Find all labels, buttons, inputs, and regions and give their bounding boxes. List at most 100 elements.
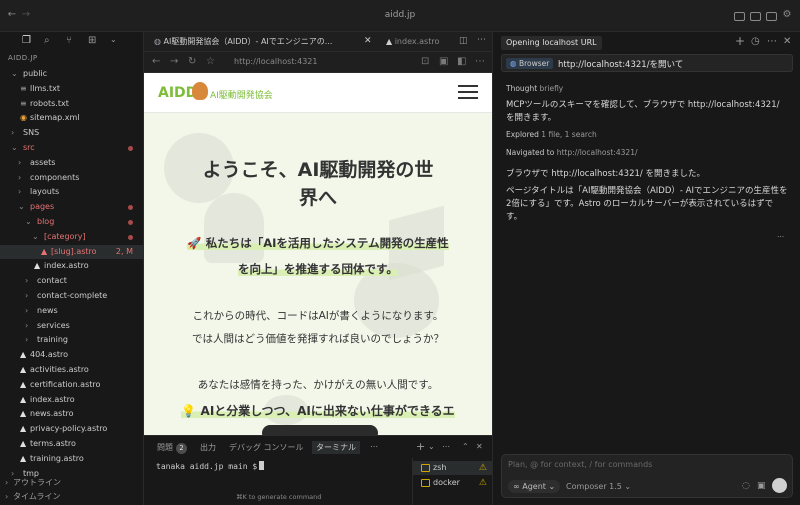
agent-mode-selector[interactable]: ∞ Agent ⌄ <box>508 480 561 493</box>
bookmark-star-icon[interactable]: ☆ <box>206 56 215 67</box>
astro-file-icon: ▲ <box>20 365 27 374</box>
explored-status[interactable]: Explored 1 file, 1 search <box>506 130 597 139</box>
tab-debug-console[interactable]: デバッグ コンソール <box>229 442 304 453</box>
panel-more-icon[interactable]: ⋯ <box>370 442 378 451</box>
files-icon[interactable]: ❐ <box>22 35 31 46</box>
history-clock-icon[interactable]: ◷ <box>751 36 760 47</box>
close-tab-icon[interactable]: ✕ <box>364 36 372 46</box>
tree-item[interactable]: › contact <box>0 274 143 288</box>
url-field[interactable]: http://localhost:4321 <box>234 57 317 66</box>
browser-context-chip[interactable]: ◍ Browser <box>506 58 554 69</box>
tree-item-label: sitemap.xml <box>30 113 80 123</box>
tree-item[interactable]: ⌄ [category] <box>0 230 143 244</box>
tree-item[interactable]: ⌄ pages <box>0 200 143 214</box>
tree-item[interactable]: › services <box>0 319 143 333</box>
hero-heading-line2: 界へ <box>298 187 337 209</box>
tab-index-astro[interactable]: ▲ index.astro <box>386 32 456 52</box>
browser-forward-icon[interactable]: → <box>170 56 178 67</box>
tree-item[interactable]: ◉ sitemap.xml <box>0 111 143 125</box>
hero-heading-line1: ようこそ、AI駆動開発の世 <box>202 159 434 181</box>
tree-item[interactable]: › assets <box>0 156 143 170</box>
tree-item[interactable]: ▲ 404.astro <box>0 348 143 362</box>
toggle-sidebar-icon[interactable] <box>734 12 745 21</box>
model-selector[interactable]: Composer 1.5 ⌄ <box>566 480 631 493</box>
tree-item-label: [category] <box>44 231 86 241</box>
tree-item[interactable]: ▲ privacy-policy.astro <box>0 422 143 436</box>
terminal-more-icon[interactable]: ⋯ <box>442 442 450 451</box>
tree-item[interactable]: › news <box>0 304 143 318</box>
tree-item[interactable]: ▲ terms.astro <box>0 437 143 451</box>
screenshot-icon[interactable]: ⊡ <box>421 56 429 67</box>
terminal-item-zsh[interactable]: zsh ⚠ <box>413 461 493 475</box>
new-chat-plus-icon[interactable]: + <box>735 34 745 48</box>
tree-item[interactable]: ≡ llms.txt <box>0 82 143 96</box>
tree-item[interactable]: ▲ news.astro <box>0 407 143 421</box>
astro-file-icon: ▲ <box>20 453 27 463</box>
chevron-down-icon[interactable]: ⌄ <box>110 35 117 44</box>
reload-icon[interactable]: ↻ <box>188 56 196 67</box>
tree-item[interactable]: ▲ index.astro <box>0 393 143 407</box>
split-editor-icon[interactable]: ◫ <box>459 36 468 46</box>
human-value-paragraph: あなたは感情を持った、かけがえの無い人間です。 <box>197 379 439 391</box>
tab-problems[interactable]: 問題 2 <box>157 442 187 454</box>
picture-icon[interactable]: ▣ <box>439 56 448 67</box>
tree-item[interactable]: › contact-complete <box>0 289 143 303</box>
terminal-item-docker[interactable]: docker ⚠ <box>413 476 493 490</box>
chevron-down-icon: ⌄ <box>32 231 39 241</box>
thought-status[interactable]: Thought briefly <box>506 84 563 93</box>
astro-file-icon: ▲ <box>20 394 27 404</box>
chat-composer[interactable]: Plan, @ for context, / for commands ∞ Ag… <box>501 454 793 498</box>
terminal-list: zsh ⚠ docker ⚠ <box>412 458 493 505</box>
tree-item[interactable]: ▲ certification.astro <box>0 378 143 392</box>
extensions-icon[interactable]: ⊞ <box>88 35 96 46</box>
tree-item[interactable]: ≡ robots.txt <box>0 97 143 111</box>
tab-browser[interactable]: ◍ AI駆動開発協会（AIDD）- AIでエンジニアの... <box>154 32 374 52</box>
search-icon[interactable]: ⌕ <box>44 35 50 46</box>
editor-tab-bar: ◍ AI駆動開発協会（AIDD）- AIでエンジニアの... ✕ ▲ index… <box>144 32 492 52</box>
message-more-icon[interactable]: ... <box>777 230 784 239</box>
tree-item[interactable]: ⌄ blog <box>0 215 143 229</box>
more-actions-icon[interactable]: ⋯ <box>477 35 486 45</box>
maximize-panel-icon[interactable]: ⌃ <box>462 442 469 451</box>
tree-item[interactable]: ▲ [slug].astro 2, M <box>0 244 143 259</box>
tab-output[interactable]: 出力 <box>200 442 216 453</box>
outline-section[interactable]: › アウトライン <box>0 476 143 489</box>
terminal-prompt[interactable]: tanaka aidd.jp main $ <box>156 461 265 471</box>
toggle-secondary-sidebar-icon[interactable] <box>766 12 777 21</box>
image-attach-icon[interactable]: ▣ <box>757 481 766 491</box>
hamburger-menu-icon[interactable] <box>458 84 478 100</box>
tree-item[interactable]: › layouts <box>0 185 143 199</box>
warning-icon: ⚠ <box>478 463 487 473</box>
settings-gear-icon[interactable]: ⚙ <box>781 9 793 21</box>
agent-message-2: ブラウザで http://localhost:4321/ を開きました。 <box>506 169 705 179</box>
browser-more-icon[interactable]: ⋯ <box>475 56 485 67</box>
toggle-panel-icon[interactable] <box>750 12 761 21</box>
terminal-dropdown-icon[interactable]: ⌄ <box>428 442 435 451</box>
tab-terminal[interactable]: ターミナル <box>312 441 360 454</box>
new-terminal-plus-icon[interactable]: + <box>416 440 425 453</box>
tree-item[interactable]: › training <box>0 333 143 347</box>
chevron-right-icon: › <box>25 320 29 330</box>
tree-item[interactable]: ⌄ src <box>0 141 143 155</box>
source-control-icon[interactable]: ⑂ <box>66 35 72 46</box>
navigated-status[interactable]: Navigated to http://localhost:4321/ <box>506 148 638 157</box>
agent-more-icon[interactable]: ⋯ <box>767 36 777 47</box>
microphone-icon[interactable] <box>772 478 787 493</box>
site-logo-subtitle[interactable]: AI駆動開発協会 <box>210 88 273 101</box>
agent-chat-tab[interactable]: Opening localhost URL <box>501 36 602 50</box>
tree-item[interactable]: › components <box>0 171 143 185</box>
title-bar: ← → aidd.jp ⚙ <box>0 0 800 32</box>
browser-back-icon[interactable]: ← <box>152 56 160 67</box>
tree-item[interactable]: › SNS <box>0 126 143 140</box>
rss-file-icon: ◉ <box>20 113 27 123</box>
floating-browser-toolbar[interactable] <box>262 425 378 435</box>
tree-item[interactable]: ▲ index.astro <box>0 259 143 273</box>
close-panel-icon[interactable]: ✕ <box>476 442 483 451</box>
timeline-section[interactable]: › タイムライン <box>0 490 143 503</box>
tree-item[interactable]: ⌄ public <box>0 67 143 81</box>
tree-item[interactable]: ▲ training.astro <box>0 452 143 466</box>
layout-icon[interactable]: ◧ <box>457 56 466 67</box>
tree-item[interactable]: ▲ activities.astro <box>0 363 143 377</box>
user-message[interactable]: ◍ Browser http://localhost:4321/を開いて <box>501 54 793 72</box>
close-agent-icon[interactable]: ✕ <box>783 36 791 47</box>
